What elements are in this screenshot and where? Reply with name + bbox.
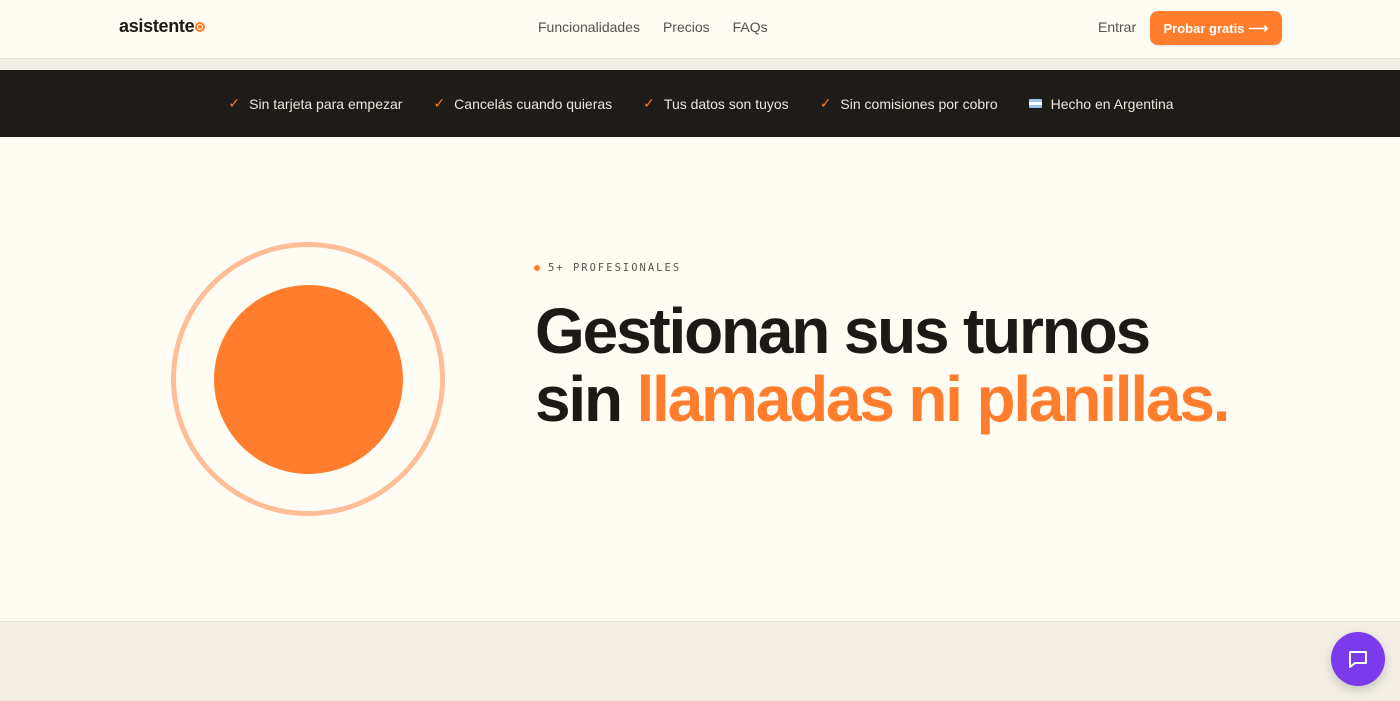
nav-link-faqs[interactable]: FAQs [733, 19, 768, 35]
next-section [0, 621, 1400, 701]
logo-text: asistente [119, 16, 195, 36]
feature-label: Sin tarjeta para empezar [249, 95, 403, 112]
hero-eyebrow: 5+ PROFESIONALES [534, 262, 681, 274]
feature-item: Hecho en Argentina [1028, 95, 1174, 112]
feature-label: Hecho en Argentina [1050, 95, 1174, 112]
headline-accent-text: llamadas ni planillas. [636, 363, 1230, 435]
logo-dot-icon [195, 22, 206, 32]
feature-label: Cancelás cuando quieras [454, 95, 613, 112]
hero-section: 5+ PROFESIONALES Gestionan sus turnos si… [0, 137, 1400, 621]
dot-icon [534, 265, 540, 271]
arrow-right-icon: ⟶ [1248, 19, 1269, 36]
site-header: asistente Funcionalidades Precios FAQs E… [0, 0, 1400, 59]
logo[interactable]: asistente [119, 16, 206, 37]
nav-link-precios[interactable]: Precios [663, 19, 710, 35]
try-free-button[interactable]: Probar gratis ⟶ [1150, 11, 1282, 45]
main-nav: Funcionalidades Precios FAQs [538, 19, 768, 35]
check-icon: ✓ [433, 95, 446, 111]
check-icon: ✓ [819, 95, 832, 111]
feature-label: Tus datos son tuyos [663, 95, 789, 112]
check-icon: ✓ [643, 95, 655, 111]
eyebrow-text: 5+ PROFESIONALES [548, 262, 682, 274]
feature-item: ✓ Sin tarjeta para empezar [228, 95, 402, 112]
chat-icon [1349, 651, 1367, 668]
feature-item: ✓ Sin comisiones por cobro [820, 95, 998, 112]
check-icon: ✓ [228, 95, 241, 111]
hero-orb-graphic [214, 285, 403, 474]
chat-button[interactable] [1331, 632, 1385, 686]
login-link[interactable]: Entrar [1098, 19, 1136, 35]
hero-headline: Gestionan sus turnos sin llamadas ni pla… [535, 297, 1235, 433]
nav-link-funcionalidades[interactable]: Funcionalidades [538, 19, 640, 35]
try-free-label: Probar gratis [1163, 20, 1245, 36]
feature-label: Sin comisiones por cobro [840, 95, 998, 112]
feature-item: ✓ Cancelás cuando quieras [433, 95, 612, 112]
argentina-flag-icon [1028, 99, 1042, 108]
feature-item: ✓ Tus datos son tuyos [643, 95, 789, 112]
header-spacer [0, 59, 1400, 70]
feature-bar: ✓ Sin tarjeta para empezar ✓ Cancelás cu… [0, 70, 1400, 137]
